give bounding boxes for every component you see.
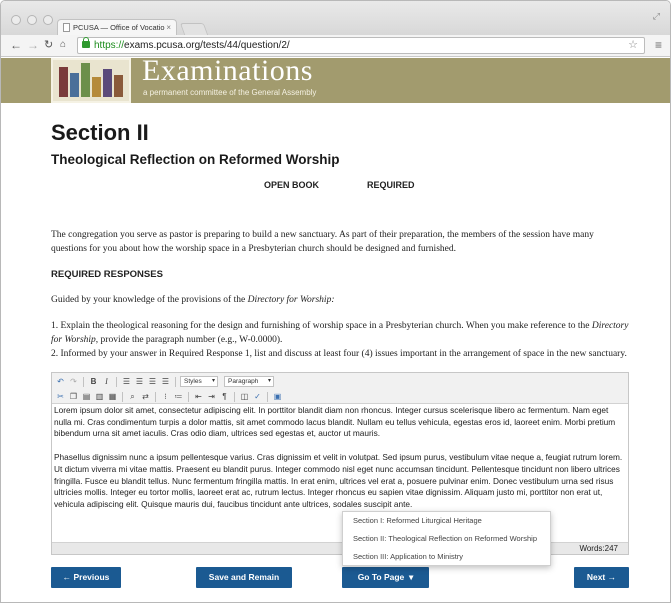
response-item-2: 2. Informed by your answer in Required R… bbox=[51, 349, 627, 359]
styles-select[interactable]: Styles bbox=[180, 376, 218, 387]
url-path: /tests/44/question/2/ bbox=[200, 40, 290, 51]
undo-icon[interactable]: ↶ bbox=[55, 376, 66, 387]
preview-icon[interactable]: ◫ bbox=[239, 391, 250, 402]
editor-toolbar-row-2: ✂ ❐ ▤ ▥ ▦ ⌕ ⇄ ⁝ ≔ ⇤ ⇥ ¶ ◫ ✓ ▣ bbox=[55, 390, 283, 403]
home-icon[interactable]: ⌂ bbox=[60, 38, 66, 52]
required-responses-heading: REQUIRED RESPONSES bbox=[51, 269, 163, 280]
paste-text-icon[interactable]: ▥ bbox=[94, 391, 105, 402]
numbered-list-icon[interactable]: ≔ bbox=[173, 391, 184, 402]
italic-icon[interactable]: I bbox=[101, 376, 112, 387]
banner-title: Examinations bbox=[142, 54, 313, 87]
format-select[interactable]: Paragraph bbox=[224, 376, 274, 387]
chevron-down-icon: ▾ bbox=[406, 572, 414, 582]
browser-window: PCUSA — Office of Vocatio × ⤢ ← → ↻ ⌂ ht… bbox=[0, 0, 671, 603]
save-and-remain-button[interactable]: Save and Remain bbox=[196, 567, 292, 588]
go-to-page-button[interactable]: Go To Page ▾ bbox=[342, 567, 429, 588]
fullscreen-icon[interactable]: ⤢ bbox=[653, 11, 660, 22]
open-book-label: OPEN BOOK bbox=[264, 180, 320, 190]
section-subtitle: Theological Reflection on Reformed Worsh… bbox=[51, 152, 340, 167]
spellcheck-icon[interactable]: ✓ bbox=[252, 391, 263, 402]
browser-menu-icon[interactable]: ≡ bbox=[655, 38, 662, 52]
bullet-list-icon[interactable]: ⁝ bbox=[160, 391, 171, 402]
fullscreen-editor-icon[interactable]: ▣ bbox=[272, 391, 283, 402]
next-button[interactable]: Next → bbox=[574, 567, 629, 588]
align-justify-icon[interactable]: ☰ bbox=[160, 376, 171, 387]
question-intro: The congregation you serve as pastor is … bbox=[51, 230, 594, 254]
window-controls bbox=[11, 15, 53, 25]
pilcrow-icon[interactable]: ¶ bbox=[219, 391, 230, 402]
paste-icon[interactable]: ▤ bbox=[81, 391, 92, 402]
editor-toolbar: ↶ ↷ B I ☰ ☰ ☰ ☰ Styles Paragraph ✂ ❐ ▤ ▥… bbox=[52, 373, 628, 404]
response-item-1: 1. Explain the theological reasoning for… bbox=[51, 319, 629, 347]
align-left-icon[interactable]: ☰ bbox=[121, 376, 132, 387]
redo-icon[interactable]: ↷ bbox=[68, 376, 79, 387]
bookmark-star-icon[interactable]: ☆ bbox=[628, 38, 638, 53]
previous-button[interactable]: ← Previous bbox=[51, 567, 121, 588]
back-icon[interactable]: ← bbox=[10, 38, 22, 52]
paste-word-icon[interactable]: ▦ bbox=[107, 391, 118, 402]
browser-tabbar: PCUSA — Office of Vocatio × ⤢ bbox=[1, 1, 670, 35]
word-count: Words:247 bbox=[579, 544, 618, 553]
indent-icon[interactable]: ⇥ bbox=[206, 391, 217, 402]
address-bar[interactable]: https://exams.pcusa.org/tests/44/questio… bbox=[77, 37, 645, 54]
guided-book-title: Directory for Worship: bbox=[247, 295, 335, 305]
url-scheme: https:// bbox=[94, 40, 125, 51]
guided-text-prefix: Guided by your knowledge of the provisio… bbox=[51, 295, 248, 305]
page-icon bbox=[63, 23, 70, 32]
forward-icon[interactable]: → bbox=[27, 38, 39, 52]
banner-subtitle: a permanent committee of the General Ass… bbox=[143, 88, 317, 97]
item1-prefix: 1. Explain the theological reasoning for… bbox=[51, 321, 592, 331]
zoom-window-icon[interactable] bbox=[43, 15, 53, 25]
go-to-page-label: Go To Page bbox=[357, 572, 405, 582]
site-banner: Examinations a permanent committee of th… bbox=[1, 54, 670, 103]
page-title: Section II bbox=[51, 120, 149, 145]
align-center-icon[interactable]: ☰ bbox=[134, 376, 145, 387]
editor-toolbar-row-1: ↶ ↷ B I ☰ ☰ ☰ ☰ Styles Paragraph bbox=[55, 375, 274, 388]
url-host: exams.pcusa.org bbox=[124, 40, 201, 51]
bold-icon[interactable]: B bbox=[88, 376, 99, 387]
tab-title: PCUSA — Office of Vocatio bbox=[73, 23, 165, 32]
find-icon[interactable]: ⌕ bbox=[127, 391, 138, 402]
editor-paragraph-2[interactable]: Phasellus dignissim nunc a ipsum pellent… bbox=[54, 452, 626, 511]
replace-icon[interactable]: ⇄ bbox=[140, 391, 151, 402]
align-right-icon[interactable]: ☰ bbox=[147, 376, 158, 387]
required-label: REQUIRED bbox=[367, 180, 415, 190]
new-tab-button[interactable] bbox=[179, 23, 209, 35]
site-logo bbox=[51, 58, 131, 103]
go-to-page-menu: Section I: Reformed Liturgical Heritage … bbox=[342, 511, 551, 566]
copy-icon[interactable]: ❐ bbox=[68, 391, 79, 402]
goto-section-1[interactable]: Section I: Reformed Liturgical Heritage bbox=[343, 512, 550, 530]
close-window-icon[interactable] bbox=[11, 15, 21, 25]
minimize-window-icon[interactable] bbox=[27, 15, 37, 25]
browser-tab[interactable]: PCUSA — Office of Vocatio × bbox=[57, 19, 177, 35]
lock-icon bbox=[82, 37, 90, 48]
goto-section-3[interactable]: Section III: Application to Ministry bbox=[343, 548, 550, 566]
goto-section-2[interactable]: Section II: Theological Reflection on Re… bbox=[343, 530, 550, 548]
item1-suffix: , provide the paragraph number (e.g., W-… bbox=[95, 335, 283, 345]
browser-toolbar: ← → ↻ ⌂ https://exams.pcusa.org/tests/44… bbox=[1, 35, 670, 57]
editor-paragraph-1[interactable]: Lorem ipsum dolor sit amet, consectetur … bbox=[54, 405, 626, 440]
reload-icon[interactable]: ↻ bbox=[44, 38, 53, 52]
guided-text: Guided by your knowledge of the provisio… bbox=[51, 293, 629, 307]
cut-icon[interactable]: ✂ bbox=[55, 391, 66, 402]
outdent-icon[interactable]: ⇤ bbox=[193, 391, 204, 402]
tab-close-icon[interactable]: × bbox=[166, 20, 171, 35]
